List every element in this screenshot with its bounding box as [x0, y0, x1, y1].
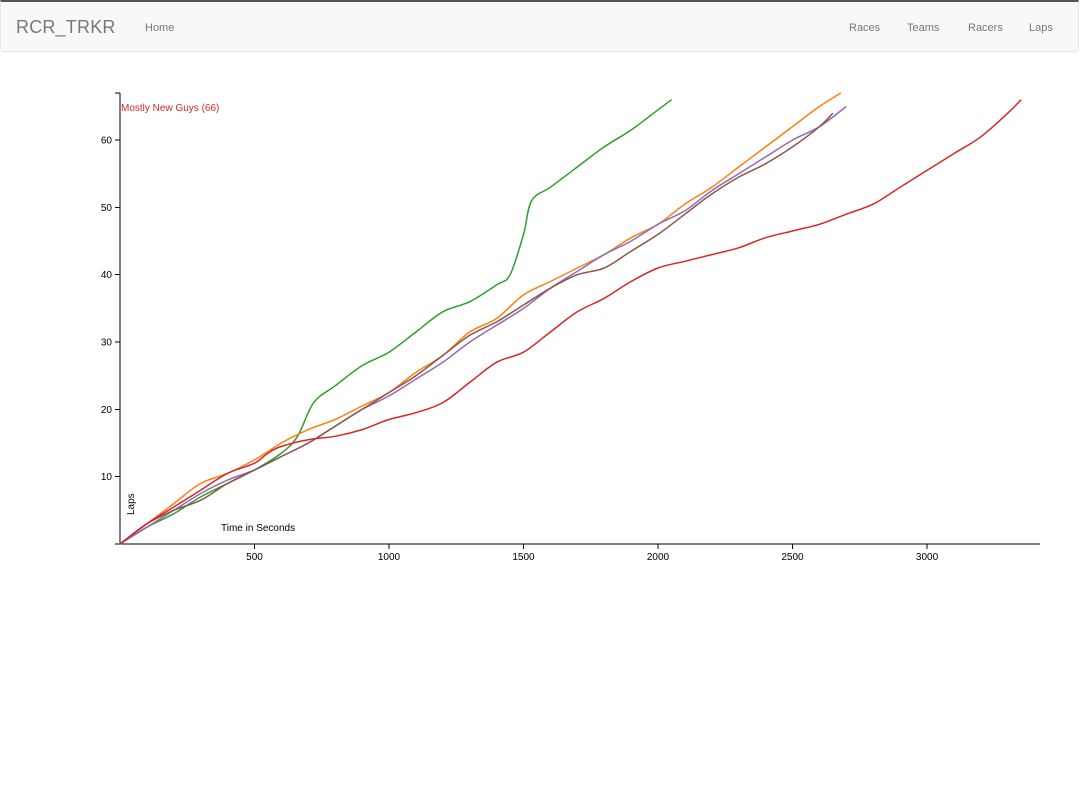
y-tick-label: 40 [101, 270, 113, 281]
x-axis-title: Time in Seconds [221, 523, 295, 534]
x-tick-label: 500 [246, 552, 263, 563]
x-tick-label: 1000 [378, 552, 401, 563]
y-axis: 10 20 30 40 50 60 [101, 92, 121, 545]
y-tick-label: 20 [101, 405, 113, 416]
lap-chart: 500 1000 1500 2000 2500 3000 10 20 30 40 50 60 Mos… [101, 92, 1040, 563]
series-line-1[interactable] [119, 99, 672, 545]
x-axis: 500 1000 1500 2000 2500 3000 [120, 543, 1040, 563]
y-axis-title: Laps [126, 493, 137, 515]
y-tick-label: 30 [101, 338, 113, 349]
x-tick-label: 2000 [647, 552, 670, 563]
x-tick-label: 2500 [781, 552, 804, 563]
y-tick-label: 10 [101, 472, 113, 483]
x-tick-label: 3000 [916, 552, 939, 563]
series-line-5[interactable] [119, 99, 1022, 545]
series-line-2[interactable] [119, 92, 842, 545]
y-tick-label: 60 [101, 136, 113, 147]
hover-series-label: Mostly New Guys (66) [121, 103, 219, 114]
x-tick-label: 1500 [512, 552, 535, 563]
series-lines [119, 92, 1022, 545]
y-tick-label: 50 [101, 203, 113, 214]
